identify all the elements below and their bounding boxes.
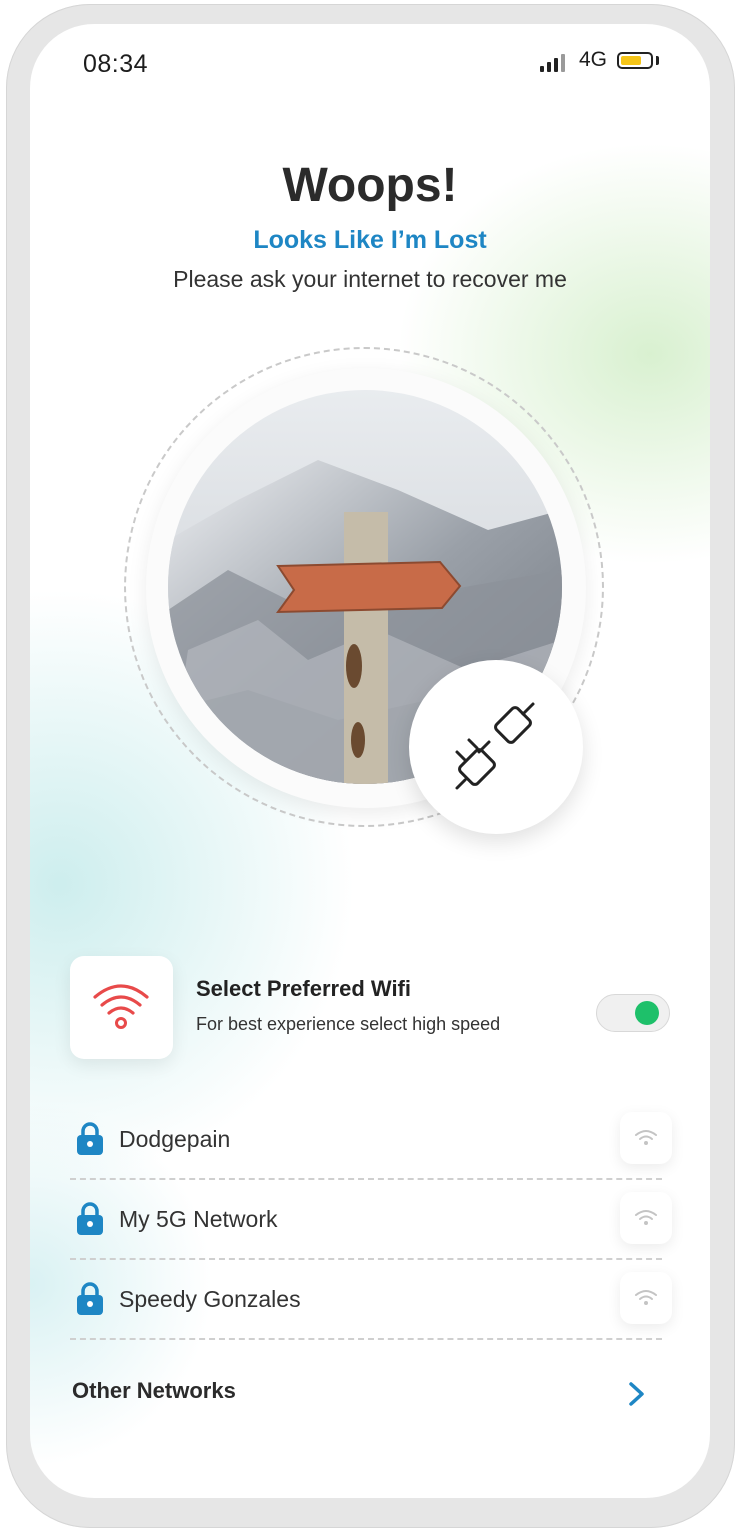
battery-icon [617,52,653,69]
network-type: 4G [579,48,608,71]
wifi-preference-card [70,956,173,1059]
network-name: My 5G Network [119,1206,278,1232]
unplugged-badge [409,660,583,834]
wifi-signal-button[interactable] [620,1272,672,1324]
unplugged-icon [455,702,535,790]
lock-icon [77,1202,103,1235]
network-row-my-5g-network[interactable]: My 5G Network [70,1182,672,1262]
wifi-signal-button[interactable] [620,1192,672,1244]
screen: 08:34 4G Woops! Looks Like I’m Lost Plea… [30,24,710,1498]
divider [70,1178,662,1180]
network-name: Dodgepain [119,1126,231,1152]
network-row-dodgepain[interactable]: Dodgepain [70,1102,672,1182]
wifi-preference-title: Select Preferred Wifi [196,976,411,1001]
page-message: Please ask your internet to recover me [173,266,567,292]
wifi-signal-button[interactable] [620,1112,672,1164]
cellular-signal-icon [540,54,570,72]
status-bar: 08:34 4G [30,24,710,104]
toggle-knob [635,1001,659,1025]
chevron-right-icon[interactable] [626,1380,648,1408]
lock-icon [77,1122,103,1155]
other-networks-link[interactable]: Other Networks [72,1378,236,1404]
divider [70,1258,662,1260]
page-subtitle: Looks Like I’m Lost [253,226,487,254]
network-row-speedy-gonzales[interactable]: Speedy Gonzales [70,1262,672,1342]
wifi-icon [93,984,149,1029]
wifi-signal-icon [635,1210,657,1225]
wifi-preference-subtitle: For best experience select high speed [196,1014,501,1034]
divider [70,1338,662,1340]
lock-icon [77,1282,103,1315]
wifi-signal-icon [635,1290,657,1305]
page-title: Woops! [282,159,458,212]
battery-tip [656,56,659,65]
wifi-signal-icon [635,1130,657,1145]
wifi-preference-toggle[interactable] [596,994,670,1032]
status-time: 08:34 [83,50,149,78]
network-name: Speedy Gonzales [119,1286,301,1312]
